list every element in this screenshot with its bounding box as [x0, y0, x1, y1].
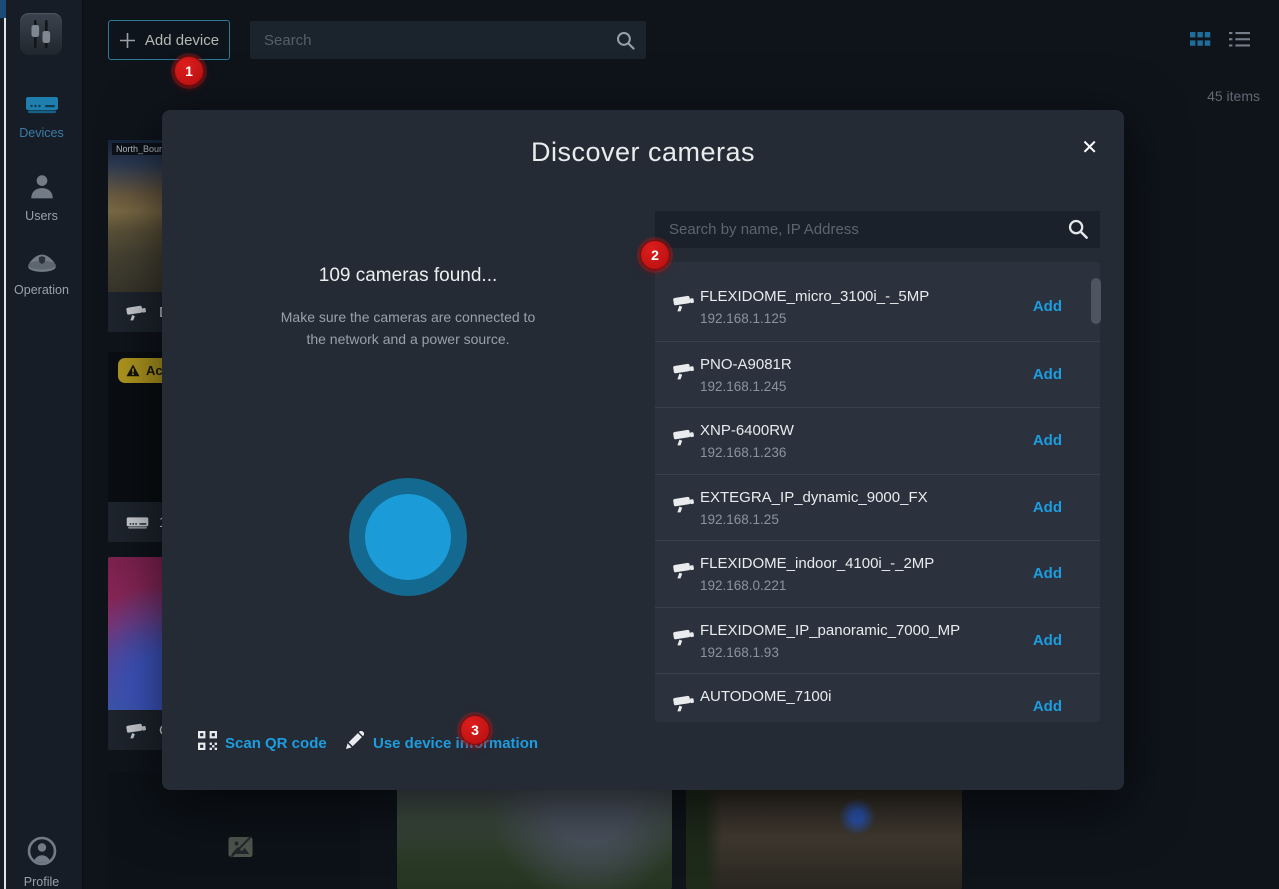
- add-camera-link[interactable]: Add: [1033, 432, 1062, 449]
- search-icon[interactable]: [616, 31, 635, 55]
- edge-accent: [0, 0, 6, 18]
- camera-name: EXTEGRA_IP_dynamic_9000_FX: [700, 489, 928, 506]
- cctv-camera-icon: [673, 362, 697, 385]
- camera-name: FLEXIDOME_IP_panoramic_7000_MP: [700, 622, 960, 639]
- camera-list-item: FLEXIDOME_micro_3100i_-_5MP 192.168.1.12…: [655, 274, 1100, 341]
- camera-name: FLEXIDOME_micro_3100i_-_5MP: [700, 288, 929, 305]
- sidebar-item-label: Profile: [0, 875, 83, 889]
- camera-ip: 192.168.1.245: [700, 379, 786, 394]
- camera-name: XNP-6400RW: [700, 422, 794, 439]
- sliders-icon: [20, 13, 62, 55]
- users-icon: [27, 172, 57, 200]
- cctv-camera-icon: [673, 428, 697, 451]
- devices-icon: [24, 93, 60, 117]
- app-window: Devices Users Operation Pr: [0, 0, 1279, 889]
- pencil-icon[interactable]: [346, 731, 364, 754]
- add-camera-link[interactable]: Add: [1033, 499, 1062, 516]
- list-view-button[interactable]: [1229, 31, 1250, 53]
- add-camera-link[interactable]: Add: [1033, 698, 1062, 715]
- dialog-title: Discover cameras: [162, 137, 1124, 168]
- discovery-pulse-circle: [349, 478, 467, 596]
- list-scrollbar-thumb[interactable]: [1091, 278, 1101, 324]
- camera-list-item: FLEXIDOME_indoor_4100i_-_2MP 192.168.0.2…: [655, 540, 1100, 607]
- camera-ip: 192.168.1.93: [700, 645, 779, 660]
- cctv-camera-icon: [126, 722, 149, 739]
- camera-ip: 192.168.1.125: [700, 311, 786, 326]
- camera-list-item: EXTEGRA_IP_dynamic_9000_FX 192.168.1.25 …: [655, 474, 1100, 541]
- profile-icon: [27, 836, 57, 866]
- search-input[interactable]: [250, 21, 646, 59]
- camera-list-item: AUTODOME_7100i Add: [655, 673, 1100, 722]
- camera-list-item: PNO-A9081R 192.168.1.245 Add: [655, 341, 1100, 408]
- discovered-cameras-list: FLEXIDOME_micro_3100i_-_5MP 192.168.1.12…: [655, 262, 1100, 722]
- use-device-information-link[interactable]: Use device information: [373, 735, 538, 752]
- list-view-icon: [1229, 31, 1250, 48]
- discover-cameras-dialog: Discover cameras ✕ 109 cameras found... …: [162, 110, 1124, 790]
- cctv-camera-icon: [673, 294, 697, 317]
- cctv-camera-icon: [673, 628, 697, 651]
- camera-list-item: XNP-6400RW 192.168.1.236 Add: [655, 407, 1100, 474]
- camera-search-icon[interactable]: [1068, 219, 1088, 244]
- cameras-found-heading: 109 cameras found...: [208, 265, 608, 287]
- plus-icon: [119, 32, 136, 49]
- sidebar-item-label: Operation: [0, 283, 83, 297]
- camera-name: AUTODOME_7100i: [700, 688, 831, 705]
- sidebar-item-label: Devices: [0, 126, 83, 140]
- step-badge-2: 2: [640, 240, 670, 270]
- step-badge-3: 3: [460, 715, 490, 745]
- recorder-icon: [126, 515, 149, 530]
- window-scrollbar[interactable]: [4, 18, 6, 889]
- add-device-label: Add device: [145, 32, 219, 49]
- cctv-camera-icon: [673, 495, 697, 518]
- add-camera-link[interactable]: Add: [1033, 298, 1062, 315]
- items-count: 45 items: [1207, 88, 1260, 104]
- camera-ip: 192.168.1.25: [700, 512, 779, 527]
- sidebar-item-users[interactable]: Users: [0, 172, 83, 223]
- close-icon[interactable]: ✕: [1081, 138, 1098, 158]
- grid-view-icon: [1190, 32, 1211, 47]
- grid-view-button[interactable]: [1190, 32, 1211, 52]
- camera-search-input[interactable]: [655, 211, 1100, 248]
- step-badge-1: 1: [174, 56, 204, 86]
- camera-name: FLEXIDOME_indoor_4100i_-_2MP: [700, 555, 934, 572]
- add-device-button[interactable]: Add device: [108, 20, 230, 60]
- camera-ip: 192.168.0.221: [700, 578, 786, 593]
- cctv-camera-icon: [673, 694, 697, 717]
- camera-list-item: FLEXIDOME_IP_panoramic_7000_MP 192.168.1…: [655, 607, 1100, 674]
- app-logo-icon[interactable]: [20, 13, 62, 55]
- no-image-icon: [227, 834, 254, 865]
- warning-icon: [126, 364, 140, 377]
- sidebar: Devices Users Operation Pr: [0, 0, 83, 889]
- sidebar-item-profile[interactable]: Profile: [0, 836, 83, 889]
- discovery-pulse-core: [365, 494, 451, 580]
- add-camera-link[interactable]: Add: [1033, 565, 1062, 582]
- cameras-found-note: Make sure the cameras are connected to t…: [208, 306, 608, 350]
- operation-cap-icon: [25, 250, 59, 274]
- add-camera-link[interactable]: Add: [1033, 366, 1062, 383]
- cctv-camera-icon: [673, 561, 697, 584]
- add-camera-link[interactable]: Add: [1033, 632, 1062, 649]
- camera-ip: 192.168.1.236: [700, 445, 786, 460]
- cctv-camera-icon: [126, 304, 149, 321]
- qr-code-icon[interactable]: [198, 731, 217, 755]
- sidebar-item-operation[interactable]: Operation: [0, 250, 83, 297]
- camera-name: PNO-A9081R: [700, 356, 792, 373]
- sidebar-item-devices[interactable]: Devices: [0, 93, 83, 140]
- sidebar-item-label: Users: [0, 209, 83, 223]
- scan-qr-code-link[interactable]: Scan QR code: [225, 735, 327, 752]
